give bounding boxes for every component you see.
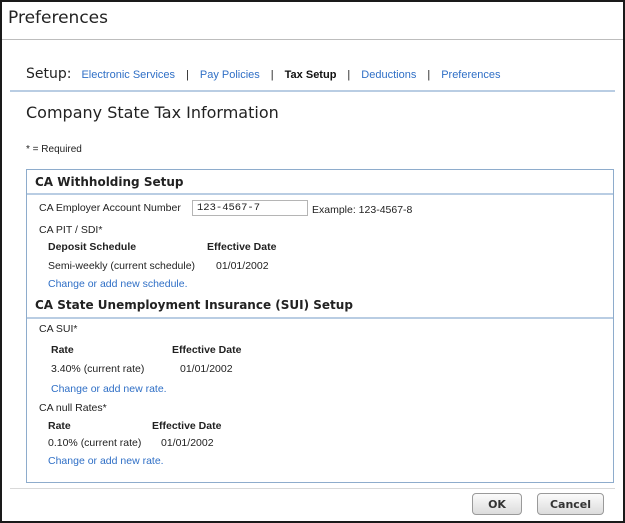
change-null-rate-link[interactable]: Change or add new rate.: [48, 455, 164, 467]
null-rate-value: 0.10% (current rate): [48, 437, 142, 449]
withholding-heading: CA Withholding Setup: [35, 175, 184, 189]
required-note: * = Required: [26, 144, 82, 155]
cancel-button[interactable]: Cancel: [537, 493, 604, 515]
page-title: Company State Tax Information: [26, 103, 279, 122]
null-rates-label: CA null Rates*: [39, 402, 107, 414]
deposit-schedule-value: Semi-weekly (current schedule): [48, 260, 196, 272]
withholding-divider: [27, 193, 613, 195]
sui-rate-value: 3.40% (current rate): [51, 363, 145, 375]
sui-divider: [27, 317, 613, 319]
account-number-field[interactable]: [192, 200, 308, 216]
deposit-schedule-header: Deposit Schedule: [48, 241, 137, 253]
null-rate-header: Rate: [48, 420, 71, 432]
nav-separator: |: [270, 69, 274, 81]
schedule-effective-date: 01/01/2002: [216, 260, 269, 272]
change-schedule-link[interactable]: Change or add new schedule.: [48, 278, 188, 290]
null-effective-date-header: Effective Date: [152, 420, 222, 432]
sui-heading: CA State Unemployment Insurance (SUI) Se…: [35, 298, 353, 312]
setup-nav: Setup: Electronic Services | Pay Policie…: [26, 66, 501, 82]
nav-electronic-services[interactable]: Electronic Services: [81, 69, 175, 81]
account-example: Example: 123-4567-8: [312, 204, 413, 216]
ca-sui-label: CA SUI*: [39, 323, 78, 335]
setup-label: Setup:: [26, 66, 72, 82]
sui-effective-date-header: Effective Date: [172, 344, 242, 356]
title-divider: [2, 39, 623, 40]
nav-separator: |: [347, 69, 351, 81]
pit-sdi-label: CA PIT / SDI*: [39, 224, 103, 236]
nav-preferences[interactable]: Preferences: [441, 69, 500, 81]
account-number-label: CA Employer Account Number: [39, 202, 181, 214]
sui-rate-date: 01/01/2002: [180, 363, 233, 375]
rate-header: Rate: [51, 344, 74, 356]
nav-separator: |: [186, 69, 189, 81]
ok-button[interactable]: OK: [472, 493, 522, 515]
tax-info-panel: CA Withholding Setup CA Employer Account…: [26, 169, 614, 483]
window-title: Preferences: [8, 8, 108, 28]
footer-divider: [10, 488, 615, 489]
nav-deductions[interactable]: Deductions: [361, 69, 416, 81]
change-sui-rate-link[interactable]: Change or add new rate.: [51, 383, 167, 395]
nav-tax-setup[interactable]: Tax Setup: [285, 69, 337, 81]
effective-date-header: Effective Date: [207, 241, 277, 253]
nav-pay-policies[interactable]: Pay Policies: [200, 69, 260, 81]
nav-divider: [10, 90, 615, 92]
nav-separator: |: [427, 69, 431, 81]
null-rate-date: 01/01/2002: [161, 437, 214, 449]
preferences-window: Preferences Setup: Electronic Services |…: [0, 0, 625, 523]
